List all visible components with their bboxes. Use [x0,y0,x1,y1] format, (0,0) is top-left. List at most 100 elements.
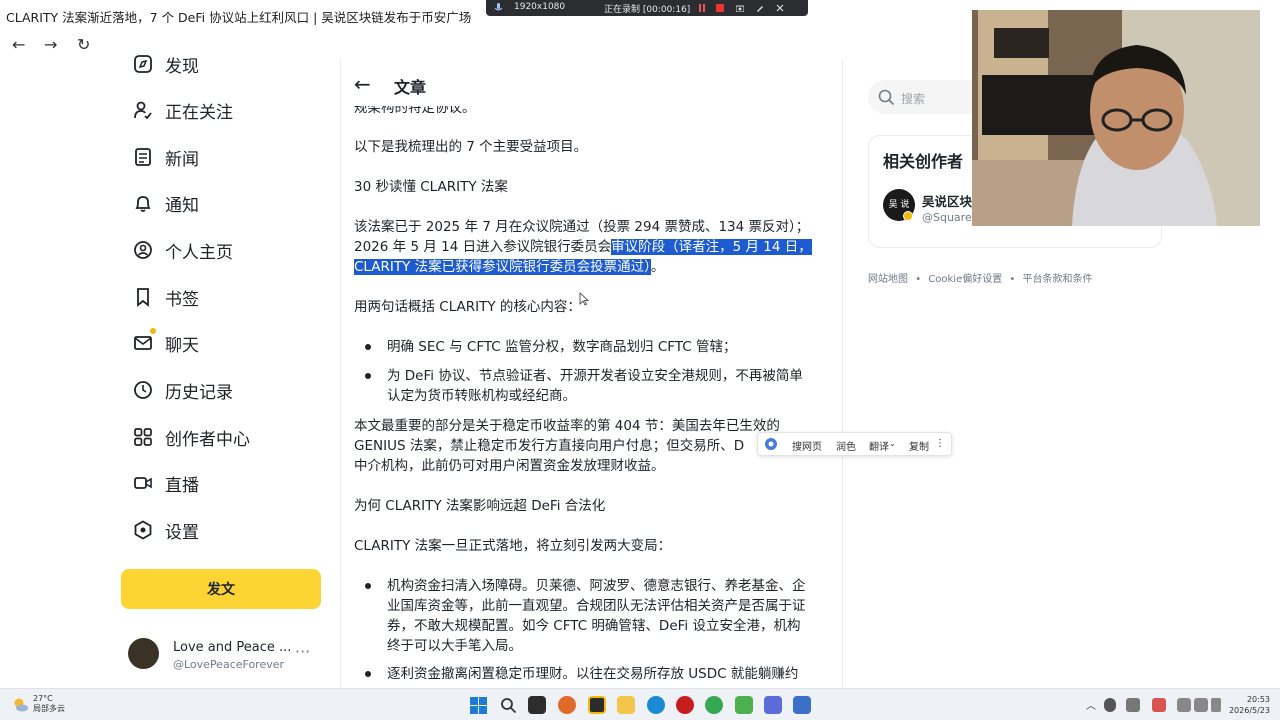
sidebar-item-label: 设置 [165,522,199,543]
following-icon [132,99,154,121]
microphone-icon[interactable] [1104,698,1116,712]
sidebar-item-bookmarks[interactable]: 书签 [132,282,199,312]
bell-icon [132,192,154,214]
sidebar-item-label: 书签 [165,289,199,310]
more-options-icon[interactable]: ⋮ [935,438,945,449]
creator-handle: @Square- [922,211,976,224]
wifi-icon[interactable] [1177,698,1191,712]
avatar[interactable] [128,638,159,669]
tray-icon[interactable] [1152,698,1166,712]
browser-ai-icon[interactable] [764,437,778,451]
app-icon[interactable] [558,696,576,714]
footer-separator: • [1009,274,1016,285]
footer-separator: • [915,274,922,285]
footer-link-sitemap[interactable]: 网站地图 [868,274,908,285]
chrome-icon[interactable] [705,696,723,714]
binance-app-icon[interactable] [588,696,606,714]
sidebar-item-news[interactable]: 新闻 [132,142,199,172]
task-view-icon[interactable] [528,696,546,714]
forward-arrow-icon[interactable]: → [44,35,57,54]
recorder-app-icon[interactable] [676,696,694,714]
sidebar-item-live[interactable]: 直播 [132,468,199,498]
file-explorer-icon[interactable] [617,696,635,714]
footer-link-terms[interactable]: 平台条款和条件 [1023,274,1093,285]
sidebar-item-notifications[interactable]: 通知 [132,188,199,218]
pen-icon[interactable] [756,4,764,12]
creator-center-icon [132,426,154,448]
notepad-icon[interactable] [793,696,811,714]
list-item: 终于可以大手笔入局。 [387,638,522,654]
article-paragraph: 以下是我梳理出的 7 个主要受益项目。 [354,139,588,155]
reload-icon[interactable]: ↻ [77,35,90,54]
chevron-down-icon[interactable]: ⌄ [889,439,896,448]
bullet-dot [365,583,371,589]
mail-icon [132,328,156,354]
app-icon[interactable] [764,696,782,714]
sidebar-item-label: 正在关注 [165,102,233,123]
creator-name[interactable]: 吴说区块 [922,191,972,210]
article-paragraph: 用两句话概括 CLARITY 的核心内容： [354,299,581,315]
mouse-cursor-icon [579,292,589,306]
sidebar-item-history[interactable]: 历史记录 [132,375,233,405]
windows-taskbar: 27°C 局部多云 ︿ 20:53 2026/5/23 [0,688,1280,720]
search-placeholder: 搜索 [901,92,926,106]
post-button[interactable]: 发文 [121,569,321,609]
system-clock[interactable]: 20:53 2026/5/23 [1222,694,1270,716]
polish-button[interactable]: 润色 [836,438,856,453]
sidebar-item-settings[interactable]: 设置 [132,515,199,545]
pause-icon[interactable] [698,4,706,12]
sidebar-item-profile[interactable]: 个人主页 [132,235,233,265]
stop-icon[interactable] [716,4,724,12]
webcam-feed-image [972,10,1260,226]
search-icon[interactable] [500,697,517,714]
edge-browser-icon[interactable] [647,696,665,714]
sidebar-item-label: 通知 [165,195,199,216]
list-item: 逐利资金撤离闲置稳定币理财。以往在交易所存放 USDC 就能躺赚约 [387,666,799,682]
sidebar-item-label: 发现 [165,56,199,77]
article-panel: ← 文章 规架构的特定协议。 以下是我梳理出的 7 个主要受益项目。 30 秒读… [341,60,842,688]
camera-icon[interactable] [736,4,744,12]
volume-icon[interactable] [1194,698,1208,712]
footer-link-cookie[interactable]: Cookie偏好设置 [928,274,1002,285]
user-card[interactable]: Love and Peace ... @LovePeaceForever ··· [128,638,328,674]
back-arrow-icon[interactable]: ← [354,72,371,96]
battery-icon[interactable] [1211,698,1221,712]
related-creators-title: 相关创作者 [883,152,964,171]
weather-widget[interactable]: 27°C 局部多云 [33,694,65,714]
selected-text[interactable]: CLARITY 法案已获得参议院银行委员会投票通过） [354,259,651,275]
selected-text[interactable]: 审议阶段（译者注，5 月 14 日， [611,239,812,255]
tray-icon[interactable] [1126,698,1140,712]
search-web-button[interactable]: 搜网页 [792,438,822,453]
chevron-up-icon[interactable]: ︿ [1086,697,1096,712]
more-options-icon[interactable]: ··· [295,642,310,661]
user-handle: @LovePeaceForever [173,658,285,671]
unread-dot [150,328,156,334]
translate-button[interactable]: 翻译 [869,438,889,453]
clock-date: 2026/5/23 [1228,706,1270,715]
sidebar-item-label: 聊天 [165,335,199,356]
copy-button[interactable]: 复制 [909,438,929,453]
article-paragraph: 为何 CLARITY 法案影响远超 DeFi 合法化 [354,498,606,514]
sidebar-item-discover[interactable]: 发现 [132,49,199,79]
news-icon [132,146,154,168]
history-icon [132,379,154,401]
bullet-dot [365,344,371,350]
clock-time: 20:53 [1246,695,1270,704]
recording-status: 正在录制 [00:00:16] [604,5,691,15]
weather-icon[interactable] [12,696,29,713]
mic-icon[interactable] [494,3,503,13]
search-icon [878,89,895,106]
app-icon[interactable] [735,696,753,714]
sidebar-item-chat[interactable]: 聊天 [132,328,199,358]
sidebar-item-creator-center[interactable]: 创作者中心 [132,422,250,452]
sidebar-item-following[interactable]: 正在关注 [132,95,233,125]
windows-start-icon[interactable] [470,697,487,714]
column-divider [842,60,843,688]
article-paragraph: 2026 年 5 月 14 日进入参议院银行委员会审议阶段（译者注，5 月 14… [354,237,812,257]
sidebar-item-label: 个人主页 [165,242,233,263]
list-item: 机构资金扫清入场障碍。贝莱德、阿波罗、德意志银行、养老基金、企 [387,578,806,594]
bookmark-icon [132,286,154,308]
close-icon[interactable] [776,4,784,12]
weather-condition: 局部多云 [33,704,65,713]
back-arrow-icon[interactable]: ← [12,35,25,54]
